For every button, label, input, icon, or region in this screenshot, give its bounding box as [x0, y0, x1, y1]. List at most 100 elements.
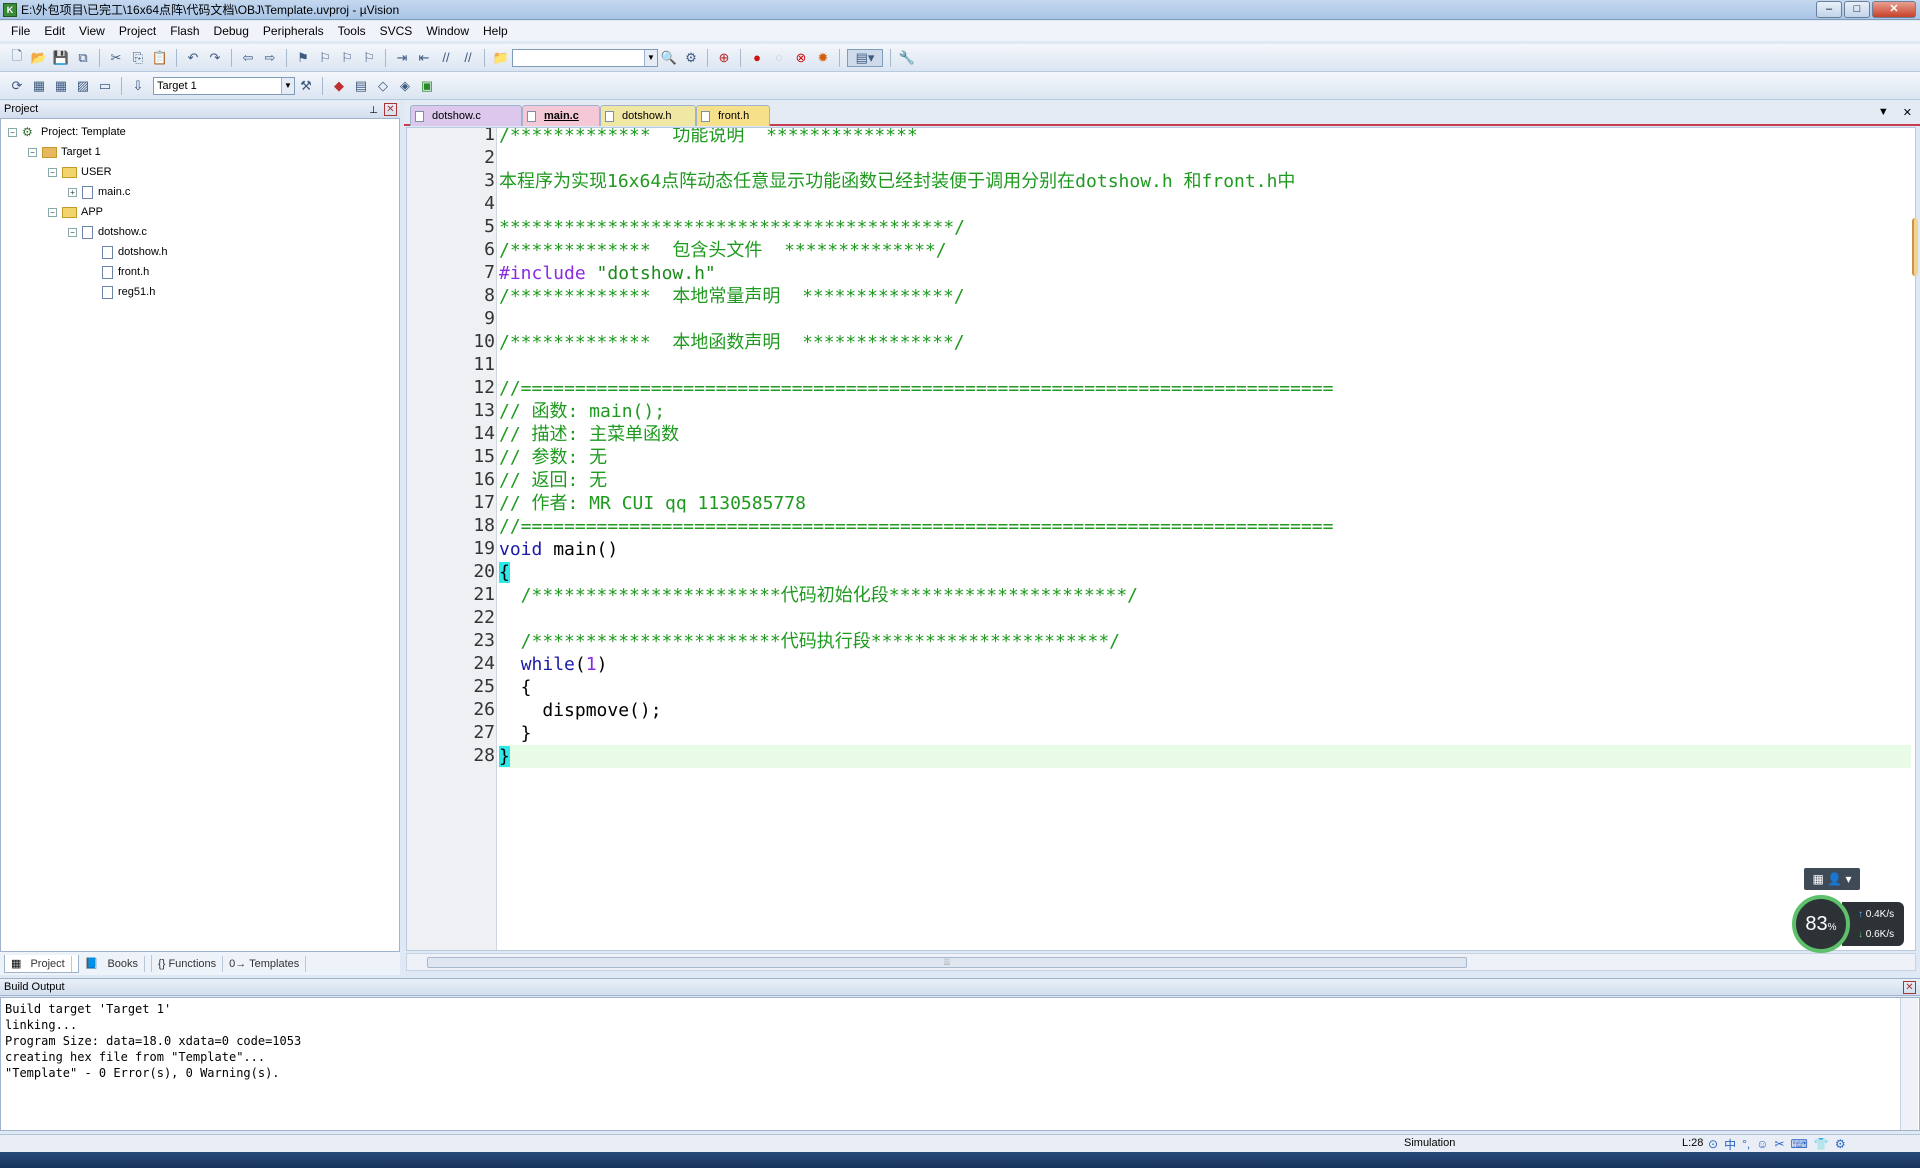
tab-main-c[interactable]: main.c: [522, 105, 600, 126]
ime-emoji-icon[interactable]: ☺: [1756, 1137, 1768, 1151]
tab-dotshow-h[interactable]: dotshow.h: [600, 105, 696, 126]
scroll-thumb[interactable]: ⦙⦙⦙: [427, 957, 1467, 968]
build-output-scrollbar[interactable]: [1900, 998, 1918, 1130]
download-icon[interactable]: ⇩: [129, 77, 147, 95]
copy-icon[interactable]: ⎘: [129, 49, 147, 67]
menu-window[interactable]: Window: [419, 24, 476, 38]
ime-settings-icon[interactable]: ⚙: [1835, 1137, 1846, 1151]
tab-front-h[interactable]: front.h: [696, 105, 770, 126]
run-time-env-icon[interactable]: ◈: [396, 77, 414, 95]
window-layout-icon[interactable]: ▤▾: [847, 48, 883, 67]
file-extensions-icon[interactable]: ▤: [352, 77, 370, 95]
undo-icon[interactable]: ↶: [184, 49, 202, 67]
menu-file[interactable]: File: [4, 24, 37, 38]
nav-back-icon[interactable]: ⇦: [239, 49, 257, 67]
tab-dotshow-c[interactable]: dotshow.c: [410, 105, 522, 126]
clear-bookmarks-icon[interactable]: ⚐: [360, 49, 378, 67]
batch-build-icon[interactable]: ▨: [74, 77, 92, 95]
tree-item[interactable]: − APP: [48, 203, 103, 221]
build-output-pane[interactable]: Build target 'Target 1' linking... Progr…: [0, 997, 1920, 1131]
manage-components-icon[interactable]: ◆: [330, 77, 348, 95]
horizontal-scrollbar[interactable]: ⦙⦙⦙: [406, 953, 1916, 971]
close-tab-icon[interactable]: ✕: [1903, 106, 1912, 119]
open-file-icon[interactable]: 📂: [30, 49, 48, 67]
save-all-icon[interactable]: ⧉: [74, 49, 92, 67]
tab-project[interactable]: ▦ Project: [4, 954, 79, 973]
prev-bookmark-icon[interactable]: ⚐: [316, 49, 334, 67]
code-editor[interactable]: 1 2 3 4 5 6 7 8 9 10 11 12 13 14 15 16 17 18 19 20 21 22 23 24 2…: [406, 127, 1916, 951]
collapse-icon[interactable]: −: [68, 227, 77, 237]
menu-edit[interactable]: Edit: [37, 24, 72, 38]
kill-breakpoints-icon[interactable]: ⊗: [792, 49, 810, 67]
ime-keyboard-icon[interactable]: ⌨: [1791, 1137, 1808, 1151]
paste-icon[interactable]: 📋: [151, 49, 169, 67]
menu-debug[interactable]: Debug: [207, 24, 256, 38]
pack-installer-icon[interactable]: ▣: [418, 77, 436, 95]
floating-tool-icon[interactable]: ▦ 👤 ▾: [1804, 868, 1860, 890]
close-panel-icon[interactable]: ✕: [384, 103, 397, 116]
bookmark-icon[interactable]: ⚑: [294, 49, 312, 67]
build-icon[interactable]: ▦: [30, 77, 48, 95]
tree-item[interactable]: + main.c: [68, 183, 130, 201]
find-icon[interactable]: 🔍: [660, 49, 678, 67]
network-speed-widget[interactable]: ↑ 0.4K/s ↓ 0.6K/s 83%: [1792, 895, 1910, 953]
uncomment-icon[interactable]: //: [459, 49, 477, 67]
comment-icon[interactable]: //: [437, 49, 455, 67]
tab-list-dropdown-icon[interactable]: ▼: [1878, 106, 1889, 119]
next-bookmark-icon[interactable]: ⚐: [338, 49, 356, 67]
menu-project[interactable]: Project: [112, 24, 163, 38]
rebuild-icon[interactable]: ▦: [52, 77, 70, 95]
tab-books[interactable]: 📘 Books: [79, 955, 153, 972]
stop-build-icon[interactable]: ▭: [96, 77, 114, 95]
disable-all-breakpoints-icon[interactable]: ✹: [814, 49, 832, 67]
unindent-icon[interactable]: ⇤: [415, 49, 433, 67]
save-icon[interactable]: 💾: [52, 49, 70, 67]
tree-item[interactable]: dotshow.h: [88, 243, 168, 261]
maximize-button[interactable]: □: [1844, 1, 1870, 18]
target-select[interactable]: Target 1 ▼: [153, 76, 295, 95]
debug-session-icon[interactable]: ⊕: [715, 49, 733, 67]
collapse-icon[interactable]: −: [28, 147, 37, 157]
tab-functions[interactable]: {} Functions: [152, 955, 224, 972]
menu-svcs[interactable]: SVCS: [373, 24, 420, 38]
find-combo[interactable]: ▼: [512, 48, 658, 67]
ime-logo-icon[interactable]: ⊙: [1708, 1137, 1718, 1151]
collapse-icon[interactable]: −: [48, 207, 57, 217]
tree-item[interactable]: − ⚙ Project: Template: [8, 123, 126, 141]
menu-view[interactable]: View: [72, 24, 112, 38]
tree-item[interactable]: front.h: [88, 263, 149, 281]
menu-flash[interactable]: Flash: [163, 24, 206, 38]
find-in-files-icon[interactable]: 📁: [492, 49, 510, 67]
menu-peripherals[interactable]: Peripherals: [256, 24, 331, 38]
cut-icon[interactable]: ✂: [107, 49, 125, 67]
translate-icon[interactable]: ⟳: [8, 77, 26, 95]
ime-skin-icon[interactable]: 👕: [1814, 1137, 1829, 1151]
tree-item[interactable]: reg51.h: [88, 283, 155, 301]
new-file-icon[interactable]: 🗋: [8, 48, 26, 67]
tree-item[interactable]: − USER: [48, 163, 112, 181]
collapse-icon[interactable]: −: [8, 127, 17, 137]
collapse-icon[interactable]: −: [48, 167, 57, 177]
breakpoint-icon[interactable]: ●: [748, 49, 766, 67]
disable-breakpoint-icon[interactable]: ○: [770, 49, 788, 67]
close-button[interactable]: ✕: [1872, 1, 1916, 18]
expand-icon[interactable]: +: [68, 187, 77, 197]
ime-chinese-mode-icon[interactable]: 中: [1724, 1136, 1736, 1153]
close-panel-icon[interactable]: ✕: [1903, 981, 1916, 994]
tree-item[interactable]: − dotshow.c: [68, 223, 147, 241]
ime-tools-icon[interactable]: ✂: [1774, 1137, 1784, 1151]
nav-forward-icon[interactable]: ⇨: [261, 49, 279, 67]
target-options-icon[interactable]: ⚒: [297, 77, 315, 95]
tree-item[interactable]: − Target 1: [28, 143, 101, 161]
incremental-find-icon[interactable]: ⚙: [682, 49, 700, 67]
ime-punct-icon[interactable]: °,: [1742, 1137, 1750, 1151]
menu-help[interactable]: Help: [476, 24, 515, 38]
configure-icon[interactable]: 🔧: [898, 49, 916, 67]
indent-icon[interactable]: ⇥: [393, 49, 411, 67]
vertical-scroll-marker[interactable]: [1912, 218, 1918, 276]
minimize-button[interactable]: –: [1816, 1, 1842, 18]
pin-icon[interactable]: ⊥: [369, 102, 378, 119]
menu-tools[interactable]: Tools: [331, 24, 373, 38]
select-packs-icon[interactable]: ◇: [374, 77, 392, 95]
tab-templates[interactable]: 0→ Templates: [223, 955, 307, 972]
